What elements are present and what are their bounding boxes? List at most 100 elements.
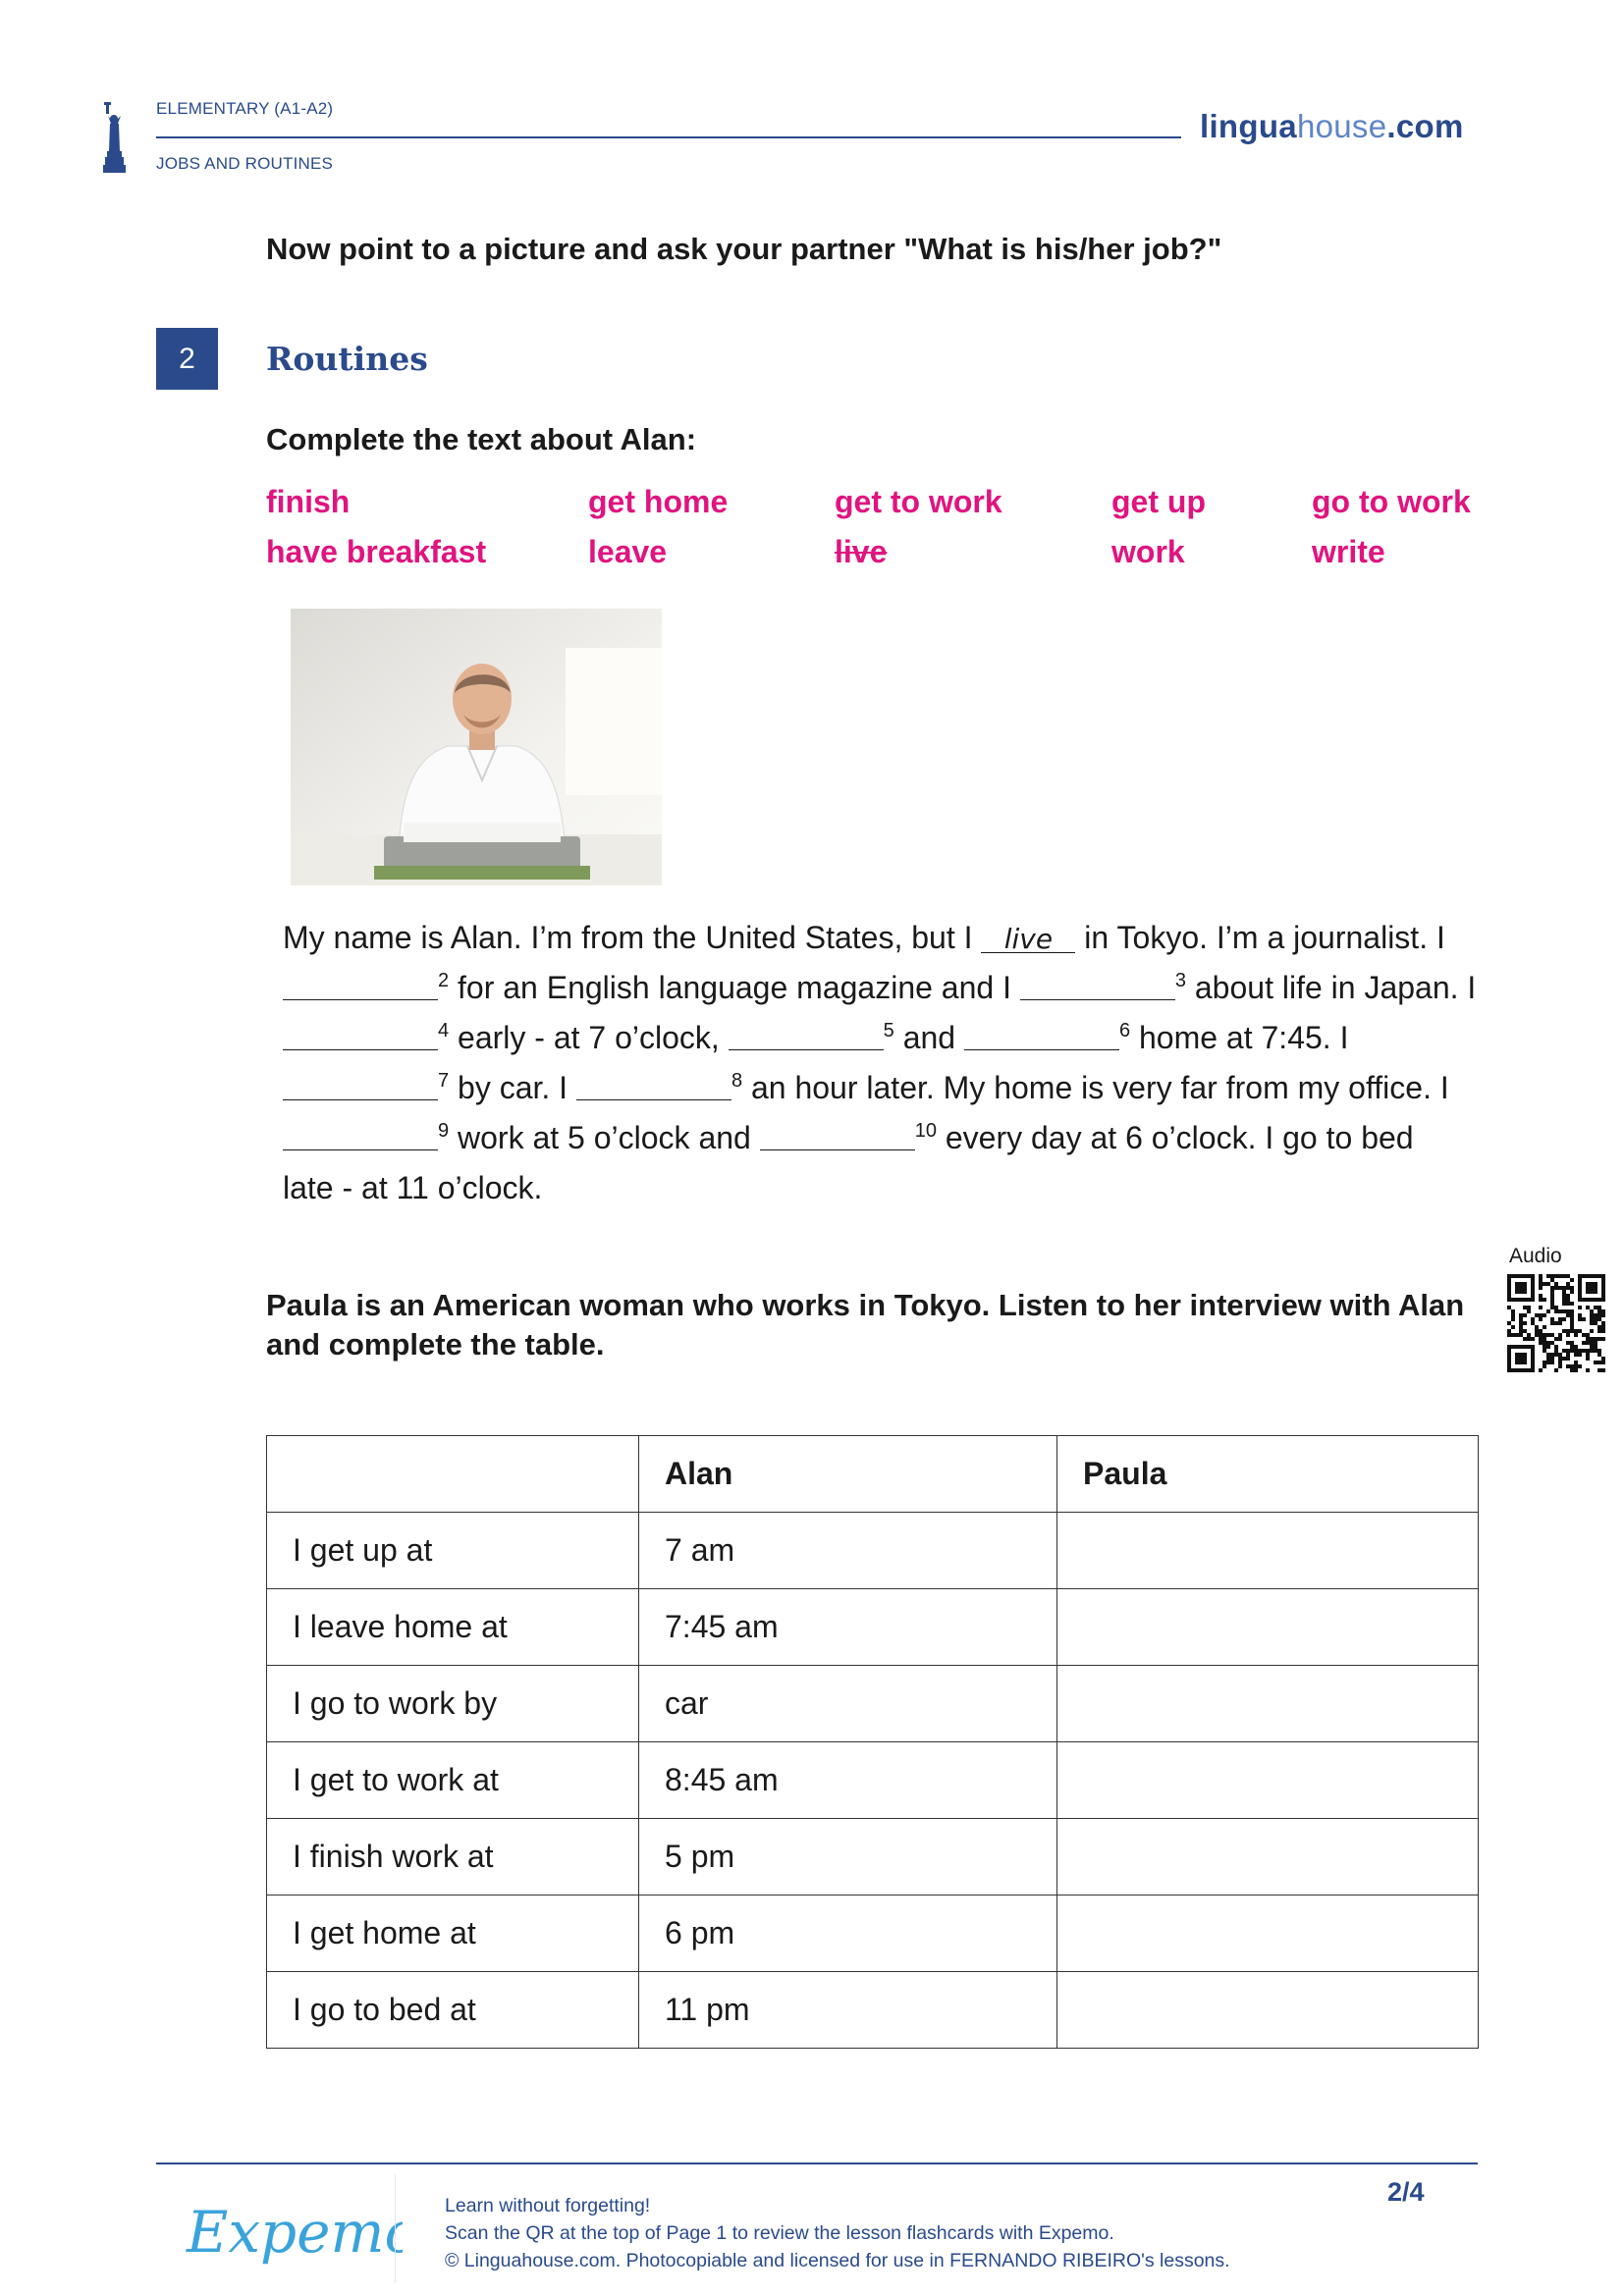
exercise-instruction: Complete the text about Alan: — [266, 422, 697, 456]
passage-text: in Tokyo. I’m a journalist. I — [1075, 920, 1445, 955]
table-cell: 11 pm — [638, 1971, 1057, 2049]
answer-blank-2[interactable] — [283, 972, 438, 1000]
answer-blank-6[interactable] — [963, 1022, 1119, 1050]
intro-instruction: Now point to a picture and ask your part… — [266, 232, 1222, 266]
word-bank-item: have breakfast — [266, 534, 487, 569]
word-bank-item: leave — [588, 534, 668, 569]
table-cell: 8:45 am — [638, 1741, 1057, 1819]
passage-text: for an English language magazine and I — [449, 970, 1020, 1005]
passage-text: My name is Alan. I’m from the United Sta… — [283, 920, 982, 955]
answer-blank-4[interactable] — [283, 1022, 438, 1050]
expemo-logo[interactable]: Expemo — [185, 2191, 403, 2273]
table-row: I get up at 7 am — [266, 1512, 1479, 1589]
table-cell: 7 am — [638, 1512, 1057, 1589]
passage-text: about life in Japan. I — [1185, 970, 1477, 1005]
brand-part-lingua: lingua — [1200, 108, 1297, 144]
table-row: I go to work by car — [266, 1665, 1479, 1742]
table-cell: I get home at — [266, 1895, 639, 1972]
footer-separator — [395, 2174, 396, 2282]
answer-cell[interactable] — [1056, 1512, 1479, 1589]
listening-instruction: Paula is an American woman who works in … — [266, 1286, 1493, 1364]
instruction-line: and complete the table. — [266, 1327, 605, 1362]
brand-logo[interactable]: linguahouse.com — [1200, 108, 1464, 145]
table-header-row: Alan Paula — [266, 1435, 1479, 1513]
statue-of-liberty-icon — [103, 102, 126, 173]
table-cell: 6 pm — [638, 1895, 1057, 1972]
passage-text: home at 7:45. I — [1130, 1020, 1349, 1055]
passage-line: 9 work at 5 o’clock and 10 every day at … — [283, 1113, 1510, 1163]
footer-text: Learn without forgetting! Scan the QR at… — [445, 2192, 1230, 2274]
answer-blank-3[interactable] — [1019, 972, 1175, 1000]
blank-number: 7 — [438, 1070, 450, 1092]
table-cell: I go to bed at — [266, 1971, 639, 2049]
answer-blank-7[interactable] — [283, 1072, 438, 1100]
passage-text: and — [893, 1020, 964, 1055]
word-bank-item: get to work — [835, 484, 1002, 519]
table-row: I get to work at 8:45 am — [266, 1741, 1479, 1819]
lesson-topic: JOBS AND ROUTINES — [156, 154, 334, 173]
footer-license: © Linguahouse.com. Photocopiable and lic… — [445, 2250, 1230, 2271]
answer-cell[interactable] — [1056, 1665, 1479, 1742]
table-cell: I get up at — [266, 1512, 639, 1589]
passage-line: late - at 11 o’clock. — [283, 1163, 1510, 1213]
word-bank-item: get home — [588, 484, 729, 519]
blank-number: 6 — [1118, 1020, 1131, 1041]
table-cell: 7:45 am — [638, 1588, 1057, 1666]
brand-part-tld: .com — [1386, 108, 1464, 144]
gap-fill-passage: My name is Alan. I’m from the United Sta… — [283, 913, 1510, 1213]
word-bank-item: get up — [1111, 484, 1206, 519]
footer-note: Scan the QR at the top of Page 1 to revi… — [445, 2222, 1114, 2244]
table-header — [266, 1435, 639, 1513]
section-title: Routines — [266, 340, 428, 378]
answer-cell[interactable] — [1056, 1741, 1479, 1819]
answer-blank-10[interactable] — [759, 1122, 915, 1150]
passage-text: work at 5 o’clock and — [449, 1120, 760, 1155]
blank-number: 3 — [1174, 970, 1186, 991]
blank-number: 5 — [883, 1020, 894, 1041]
qr-code-icon[interactable] — [1507, 1274, 1605, 1372]
page-number: 2/4 — [1387, 2177, 1425, 2207]
word-bank-item: finish — [266, 484, 351, 519]
passage-text: by car. I — [449, 1070, 576, 1105]
table-row: I leave home at 7:45 am — [266, 1588, 1479, 1666]
footer-divider — [156, 2163, 1478, 2164]
answer-cell[interactable] — [1056, 1971, 1479, 2049]
table-cell: I leave home at — [266, 1588, 639, 1666]
answer-cell[interactable] — [1056, 1588, 1479, 1666]
blank-number: 9 — [438, 1120, 450, 1142]
word-bank-item: go to work — [1312, 484, 1471, 519]
answer-blank-5[interactable] — [728, 1022, 884, 1050]
section-number-badge: 2 — [156, 328, 218, 390]
example-answer: live — [981, 926, 1076, 953]
table-header: Alan — [638, 1435, 1057, 1513]
blank-number: 2 — [438, 970, 450, 991]
table-header: Paula — [1056, 1435, 1479, 1513]
word-bank-item: write — [1312, 534, 1385, 569]
answer-blank-9[interactable] — [283, 1122, 438, 1150]
table-cell: car — [638, 1665, 1057, 1742]
passage-text: late - at 11 o’clock. — [283, 1170, 543, 1205]
answer-blank-8[interactable] — [575, 1072, 731, 1100]
journalist-photo — [291, 609, 662, 885]
passage-line: 2 for an English language magazine and I… — [283, 963, 1510, 1013]
table-cell: 5 pm — [638, 1818, 1057, 1896]
blank-number: 4 — [438, 1020, 450, 1041]
table-row: I go to bed at 11 pm — [266, 1971, 1479, 2049]
footer-tagline: Learn without forgetting! — [445, 2195, 651, 2216]
table-cell: I finish work at — [266, 1818, 639, 1896]
passage-line: 7 by car. I 8 an hour later. My home is … — [283, 1063, 1510, 1113]
table-row: I finish work at 5 pm — [266, 1818, 1479, 1896]
table-cell: I get to work at — [266, 1741, 639, 1819]
blank-number: 10 — [914, 1120, 937, 1142]
passage-text: every day at 6 o’clock. I go to bed — [936, 1120, 1414, 1155]
header-divider — [156, 136, 1181, 138]
answer-cell[interactable] — [1056, 1818, 1479, 1896]
answer-cell[interactable] — [1056, 1895, 1479, 1972]
instruction-line: Paula is an American woman who works in … — [266, 1288, 1465, 1322]
audio-label: Audio — [1509, 1245, 1562, 1267]
word-bank-item-used: live — [835, 534, 888, 569]
passage-line: My name is Alan. I’m from the United Sta… — [283, 913, 1510, 963]
blank-number: 8 — [731, 1070, 743, 1092]
passage-text: early - at 7 o’clock, — [449, 1020, 729, 1055]
brand-part-house: house — [1296, 108, 1387, 144]
